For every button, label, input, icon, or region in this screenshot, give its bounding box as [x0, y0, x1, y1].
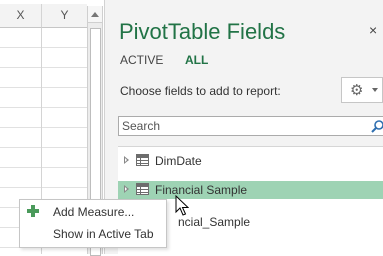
menu-item-label: Add Measure...	[53, 205, 135, 219]
tab-all[interactable]: ALL	[185, 53, 208, 67]
table-icon	[136, 154, 149, 166]
tab-active[interactable]: ACTIVE	[120, 53, 163, 67]
context-menu: Add Measure... Show in Active Tab	[19, 199, 167, 248]
field-label: DimDate	[155, 154, 202, 168]
expand-triangle-icon[interactable]	[124, 156, 129, 164]
search-box[interactable]	[118, 116, 383, 136]
column-header-x[interactable]: X	[0, 4, 42, 28]
column-header-y[interactable]: Y	[42, 4, 87, 28]
gear-icon: ⚙	[350, 82, 364, 99]
chevron-down-icon	[372, 88, 378, 92]
scroll-up-arrow-icon[interactable]	[88, 6, 102, 23]
table-icon	[136, 183, 149, 195]
menu-item-add-measure[interactable]: Add Measure...	[20, 201, 166, 223]
close-icon[interactable]: ×	[369, 22, 377, 38]
field-label: Financial Sample	[155, 183, 248, 197]
field-row-dimdate[interactable]: DimDate	[118, 152, 383, 170]
choose-fields-label: Choose fields to add to report:	[120, 84, 281, 98]
pane-title: PivotTable Fields	[119, 19, 286, 44]
add-measure-icon	[27, 205, 39, 217]
tools-button[interactable]: ⚙	[341, 77, 383, 103]
expand-triangle-icon[interactable]	[124, 185, 129, 193]
menu-item-show-in-active-tab[interactable]: Show in Active Tab	[20, 223, 166, 245]
mouse-cursor-icon	[175, 195, 189, 216]
search-icon[interactable]	[371, 119, 383, 133]
field-row-financial-sample[interactable]: Financial Sample	[118, 181, 383, 199]
menu-item-label: Show in Active Tab	[53, 227, 154, 241]
field-label: ncial_Sample	[178, 215, 251, 229]
search-input[interactable]	[119, 117, 362, 135]
